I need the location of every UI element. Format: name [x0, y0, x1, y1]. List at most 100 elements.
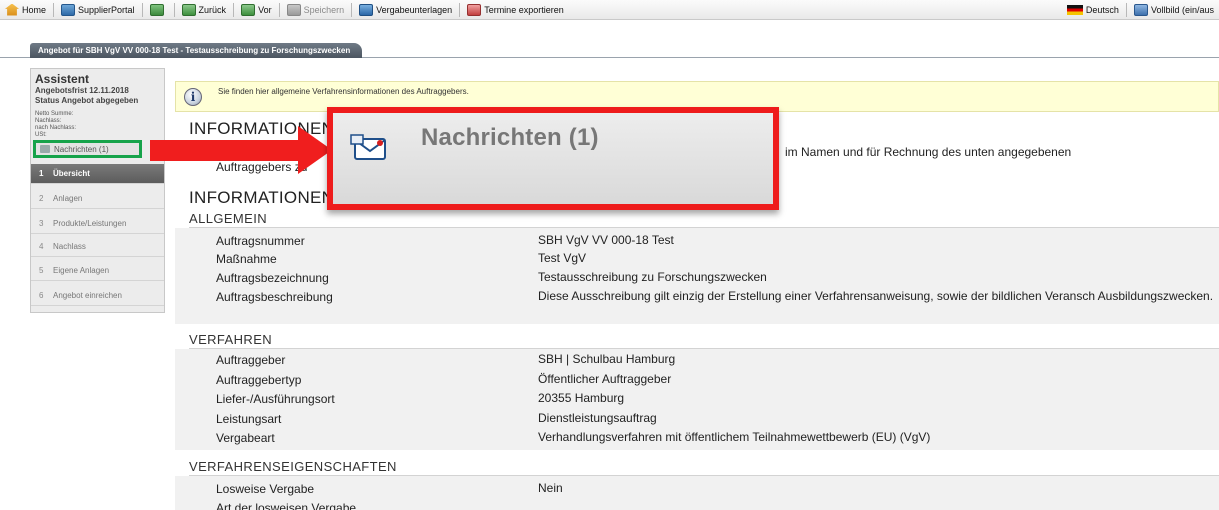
- portal-icon: [61, 3, 76, 16]
- sidebar-header: Assistent Angebotsfrist 12.11.2018 Statu…: [31, 69, 164, 139]
- step-label: Eigene Anlagen: [53, 266, 110, 275]
- step-label: Nachlass: [53, 242, 86, 251]
- messages-button[interactable]: Nachrichten (1): [33, 140, 142, 158]
- row-label: Liefer-/Ausführungsort: [216, 392, 335, 406]
- sidebar-item-submit-offer[interactable]: 6 Angebot einreichen: [31, 286, 164, 306]
- toolbar-separator: [173, 2, 175, 17]
- arrow-right-icon: [241, 3, 256, 16]
- step-label: Übersicht: [53, 169, 90, 178]
- toolbar-separator: [53, 2, 55, 17]
- row-label: Auftragsnummer: [216, 234, 305, 248]
- net-sum-label: Netto Summe:: [35, 111, 74, 117]
- home-label: Home: [22, 4, 47, 15]
- sidebar-item-overview[interactable]: 1 Übersicht: [31, 164, 164, 184]
- sidebar-item-attachments[interactable]: 2 Anlagen: [31, 189, 164, 209]
- row-value: Testausschreibung zu Forschungszwecken: [538, 270, 767, 284]
- offer-deadline: Angebotsfrist 12.11.2018: [35, 86, 129, 95]
- row-value: SBH | Schulbau Hamburg: [538, 352, 676, 366]
- step-number: 6: [39, 291, 44, 300]
- row-label: Auftraggeber: [216, 353, 286, 367]
- messages-label: Nachrichten (1): [54, 144, 109, 154]
- save-icon: [286, 3, 301, 16]
- step-number: 2: [39, 194, 44, 203]
- intro-fragment-right: im Namen und für Rechnung des unten ange…: [785, 145, 1072, 159]
- fullscreen-icon: [1133, 3, 1148, 16]
- sidebar-title: Assistent: [35, 72, 90, 86]
- german-flag-icon: [1066, 4, 1083, 15]
- callout-arrow: [150, 140, 300, 161]
- zoom-callout: Nachrichten (1): [327, 107, 779, 210]
- section-title-verfahren: VERFAHREN: [189, 332, 273, 347]
- step-label: Angebot einreichen: [53, 291, 122, 300]
- section-title-verfahrenseigenschaften: VERFAHRENSEIGENSCHAFTEN: [189, 459, 397, 474]
- language-label: Deutsch: [1085, 4, 1119, 15]
- heading-informationen-2: INFORMATIONEN: [189, 188, 335, 207]
- step-number: 3: [39, 219, 44, 228]
- vat-label: USt:: [35, 132, 47, 138]
- offer-status: Status Angebot abgegeben: [35, 96, 139, 105]
- assistant-sidebar: Assistent Angebotsfrist 12.11.2018 Statu…: [30, 68, 165, 313]
- forward-button[interactable]: Vor: [236, 2, 277, 18]
- tab-strip: Angebot für SBH VgV VV 000-18 Test - Tes…: [0, 38, 1219, 58]
- forward-label: Vor: [258, 4, 272, 15]
- envelope-icon: [40, 145, 50, 153]
- home-button[interactable]: Home: [0, 2, 51, 18]
- info-text: Sie finden hier allgemeine Verfahrensinf…: [218, 87, 469, 96]
- arrow-left-icon: [181, 3, 196, 16]
- row-value: Test VgV: [538, 251, 587, 265]
- save-label: Speichern: [303, 4, 345, 15]
- info-icon: i: [184, 87, 202, 106]
- step-number: 1: [39, 169, 44, 178]
- zoom-messages-label: Nachrichten (1): [421, 124, 599, 151]
- chat-button[interactable]: [145, 2, 172, 18]
- calendar-export-icon: [467, 3, 482, 16]
- row-label: Auftragsbezeichnung: [216, 271, 329, 285]
- discount-label: Nachlass:: [35, 118, 62, 124]
- toolbar-separator: [233, 2, 235, 17]
- export-dates-button[interactable]: Termine exportieren: [462, 2, 569, 18]
- row-value: Öffentlicher Auftraggeber: [538, 372, 672, 386]
- toolbar-separator: [459, 2, 461, 17]
- tab-offer[interactable]: Angebot für SBH VgV VV 000-18 Test - Tes…: [30, 43, 363, 58]
- language-button[interactable]: Deutsch: [1062, 2, 1124, 18]
- row-value: Verhandlungsverfahren mit öffentlichem T…: [538, 430, 931, 444]
- sidebar-item-own-attachments[interactable]: 5 Eigene Anlagen: [31, 261, 164, 281]
- export-dates-label: Termine exportieren: [484, 4, 564, 15]
- row-value: Diese Ausschreibung gilt einzig der Erst…: [538, 289, 1214, 303]
- step-label: Produkte/Leistungen: [53, 219, 127, 228]
- back-label: Zurück: [198, 4, 227, 15]
- row-label: Auftraggebertyp: [216, 373, 302, 387]
- step-number: 4: [39, 242, 44, 251]
- toolbar-separator: [278, 2, 280, 17]
- documents-icon: [359, 3, 374, 16]
- sidebar-item-products[interactable]: 3 Produkte/Leistungen: [31, 214, 164, 234]
- row-label: Leistungsart: [216, 412, 282, 426]
- sidebar-item-discount[interactable]: 4 Nachlass: [31, 237, 164, 257]
- toolbar-separator: [141, 2, 143, 17]
- fullscreen-button[interactable]: Vollbild (ein/aus: [1129, 2, 1219, 18]
- toolbar-separator: [351, 2, 353, 17]
- row-value: 20355 Hamburg: [538, 391, 625, 405]
- fullscreen-label: Vollbild (ein/aus: [1150, 4, 1214, 15]
- row-label: Auftragsbeschreibung: [216, 290, 333, 304]
- row-label-partial: Art der losweisen Vergabe: [216, 501, 357, 510]
- step-number: 5: [39, 266, 44, 275]
- intro-fragment-left: Auftraggebers zu: [216, 160, 308, 174]
- save-button[interactable]: Speichern: [282, 2, 350, 18]
- row-label: Maßnahme: [216, 252, 277, 266]
- tender-documents-label: Vergabeunterlagen: [376, 4, 453, 15]
- home-icon: [5, 3, 19, 16]
- after-discount-label: nach Nachlass:: [35, 125, 77, 131]
- row-value: Nein: [538, 481, 563, 495]
- row-value: SBH VgV VV 000-18 Test: [538, 233, 674, 247]
- chat-icon: [149, 3, 164, 16]
- section-title-allgemein: ALLGEMEIN: [189, 211, 268, 226]
- step-label: Anlagen: [53, 194, 83, 203]
- toolbar-separator: [1125, 2, 1127, 17]
- envelope-icon: [350, 134, 386, 160]
- back-button[interactable]: Zurück: [177, 2, 232, 18]
- supplier-portal-button[interactable]: SupplierPortal: [56, 2, 140, 18]
- tender-documents-button[interactable]: Vergabeunterlagen: [354, 2, 457, 18]
- row-value: Dienstleistungsauftrag: [538, 411, 657, 425]
- toolbar: Home SupplierPortal Zurück Vor Speichern…: [0, 0, 1219, 20]
